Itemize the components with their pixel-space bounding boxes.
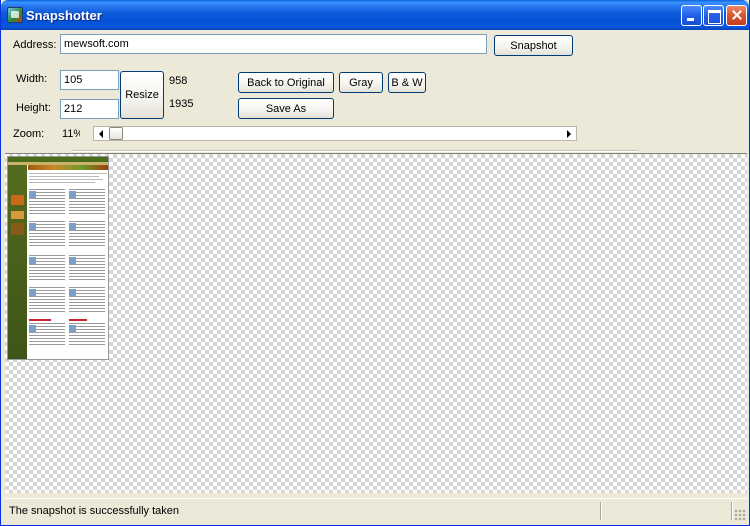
- height-input[interactable]: 212: [60, 99, 119, 119]
- maximize-button[interactable]: [703, 5, 724, 26]
- address-label: Address:: [13, 39, 57, 51]
- thumbnail-article: [29, 323, 65, 347]
- window-title: Snapshotter: [26, 8, 102, 23]
- separator: [71, 150, 638, 152]
- status-divider: [731, 502, 733, 520]
- thumbnail-article: [29, 287, 65, 313]
- resize-grip[interactable]: [734, 509, 746, 521]
- maximize-icon: [704, 6, 723, 25]
- app-window: Snapshotter Address: mewsoft.com Snapsho…: [0, 0, 750, 526]
- status-message: The snapshot is successfully taken: [9, 505, 179, 517]
- thumbnail-content: [29, 173, 107, 353]
- thumbnail-article: [69, 255, 105, 281]
- thumbnail-line: [29, 179, 103, 180]
- thumbnail-heading: [69, 319, 87, 321]
- minimize-button[interactable]: [681, 5, 702, 26]
- snapshot-thumbnail[interactable]: [7, 156, 109, 360]
- resize-button[interactable]: Resize: [120, 71, 164, 119]
- status-divider: [600, 502, 602, 520]
- gray-button[interactable]: Gray: [339, 72, 383, 93]
- close-button[interactable]: [726, 5, 747, 26]
- thumbnail-sidebar: [8, 165, 27, 359]
- thumbnail-article: [69, 189, 105, 215]
- thumbnail-article: [69, 287, 105, 313]
- thumbnail-article: [29, 221, 65, 247]
- snapshot-canvas[interactable]: [5, 153, 747, 493]
- thumbnail-sidebar-block: [11, 223, 24, 235]
- thumbnail-article: [69, 221, 105, 247]
- thumbnail-line: [29, 173, 107, 174]
- zoom-label: Zoom:: [13, 128, 45, 140]
- app-icon: [7, 7, 23, 23]
- thumbnail-nav: [28, 165, 108, 170]
- status-bar: The snapshot is successfully taken: [5, 498, 747, 522]
- black-white-button[interactable]: B & W: [388, 72, 426, 93]
- arrow-left-icon[interactable]: [94, 127, 108, 140]
- height-label: Height:: [16, 102, 51, 114]
- thumbnail-header: [8, 157, 108, 165]
- width-label: Width:: [16, 73, 48, 85]
- zoom-value: 11%: [62, 128, 80, 140]
- arrow-right-icon[interactable]: [562, 127, 576, 140]
- minimize-icon: [682, 6, 701, 25]
- thumbnail-sidebar-block: [11, 211, 24, 219]
- zoom-slider-thumb[interactable]: [109, 127, 123, 140]
- thumbnail-sidebar-block: [11, 195, 24, 205]
- original-height-value: 1935: [169, 98, 194, 110]
- thumbnail-article: [29, 189, 65, 215]
- thumbnail-line: [29, 182, 95, 183]
- thumbnail-heading: [29, 319, 51, 321]
- original-width-value: 958: [169, 75, 188, 87]
- back-to-original-button[interactable]: Back to Original: [238, 72, 334, 93]
- close-icon: [727, 6, 746, 25]
- width-input[interactable]: 105: [60, 70, 119, 90]
- save-as-button[interactable]: Save As: [238, 98, 334, 119]
- snapshot-button[interactable]: Snapshot: [494, 35, 573, 56]
- thumbnail-article: [69, 323, 105, 347]
- thumbnail-line: [29, 176, 99, 177]
- zoom-slider[interactable]: [93, 126, 577, 141]
- address-input[interactable]: mewsoft.com: [60, 34, 487, 54]
- thumbnail-article: [29, 255, 65, 281]
- title-bar[interactable]: Snapshotter: [1, 0, 749, 30]
